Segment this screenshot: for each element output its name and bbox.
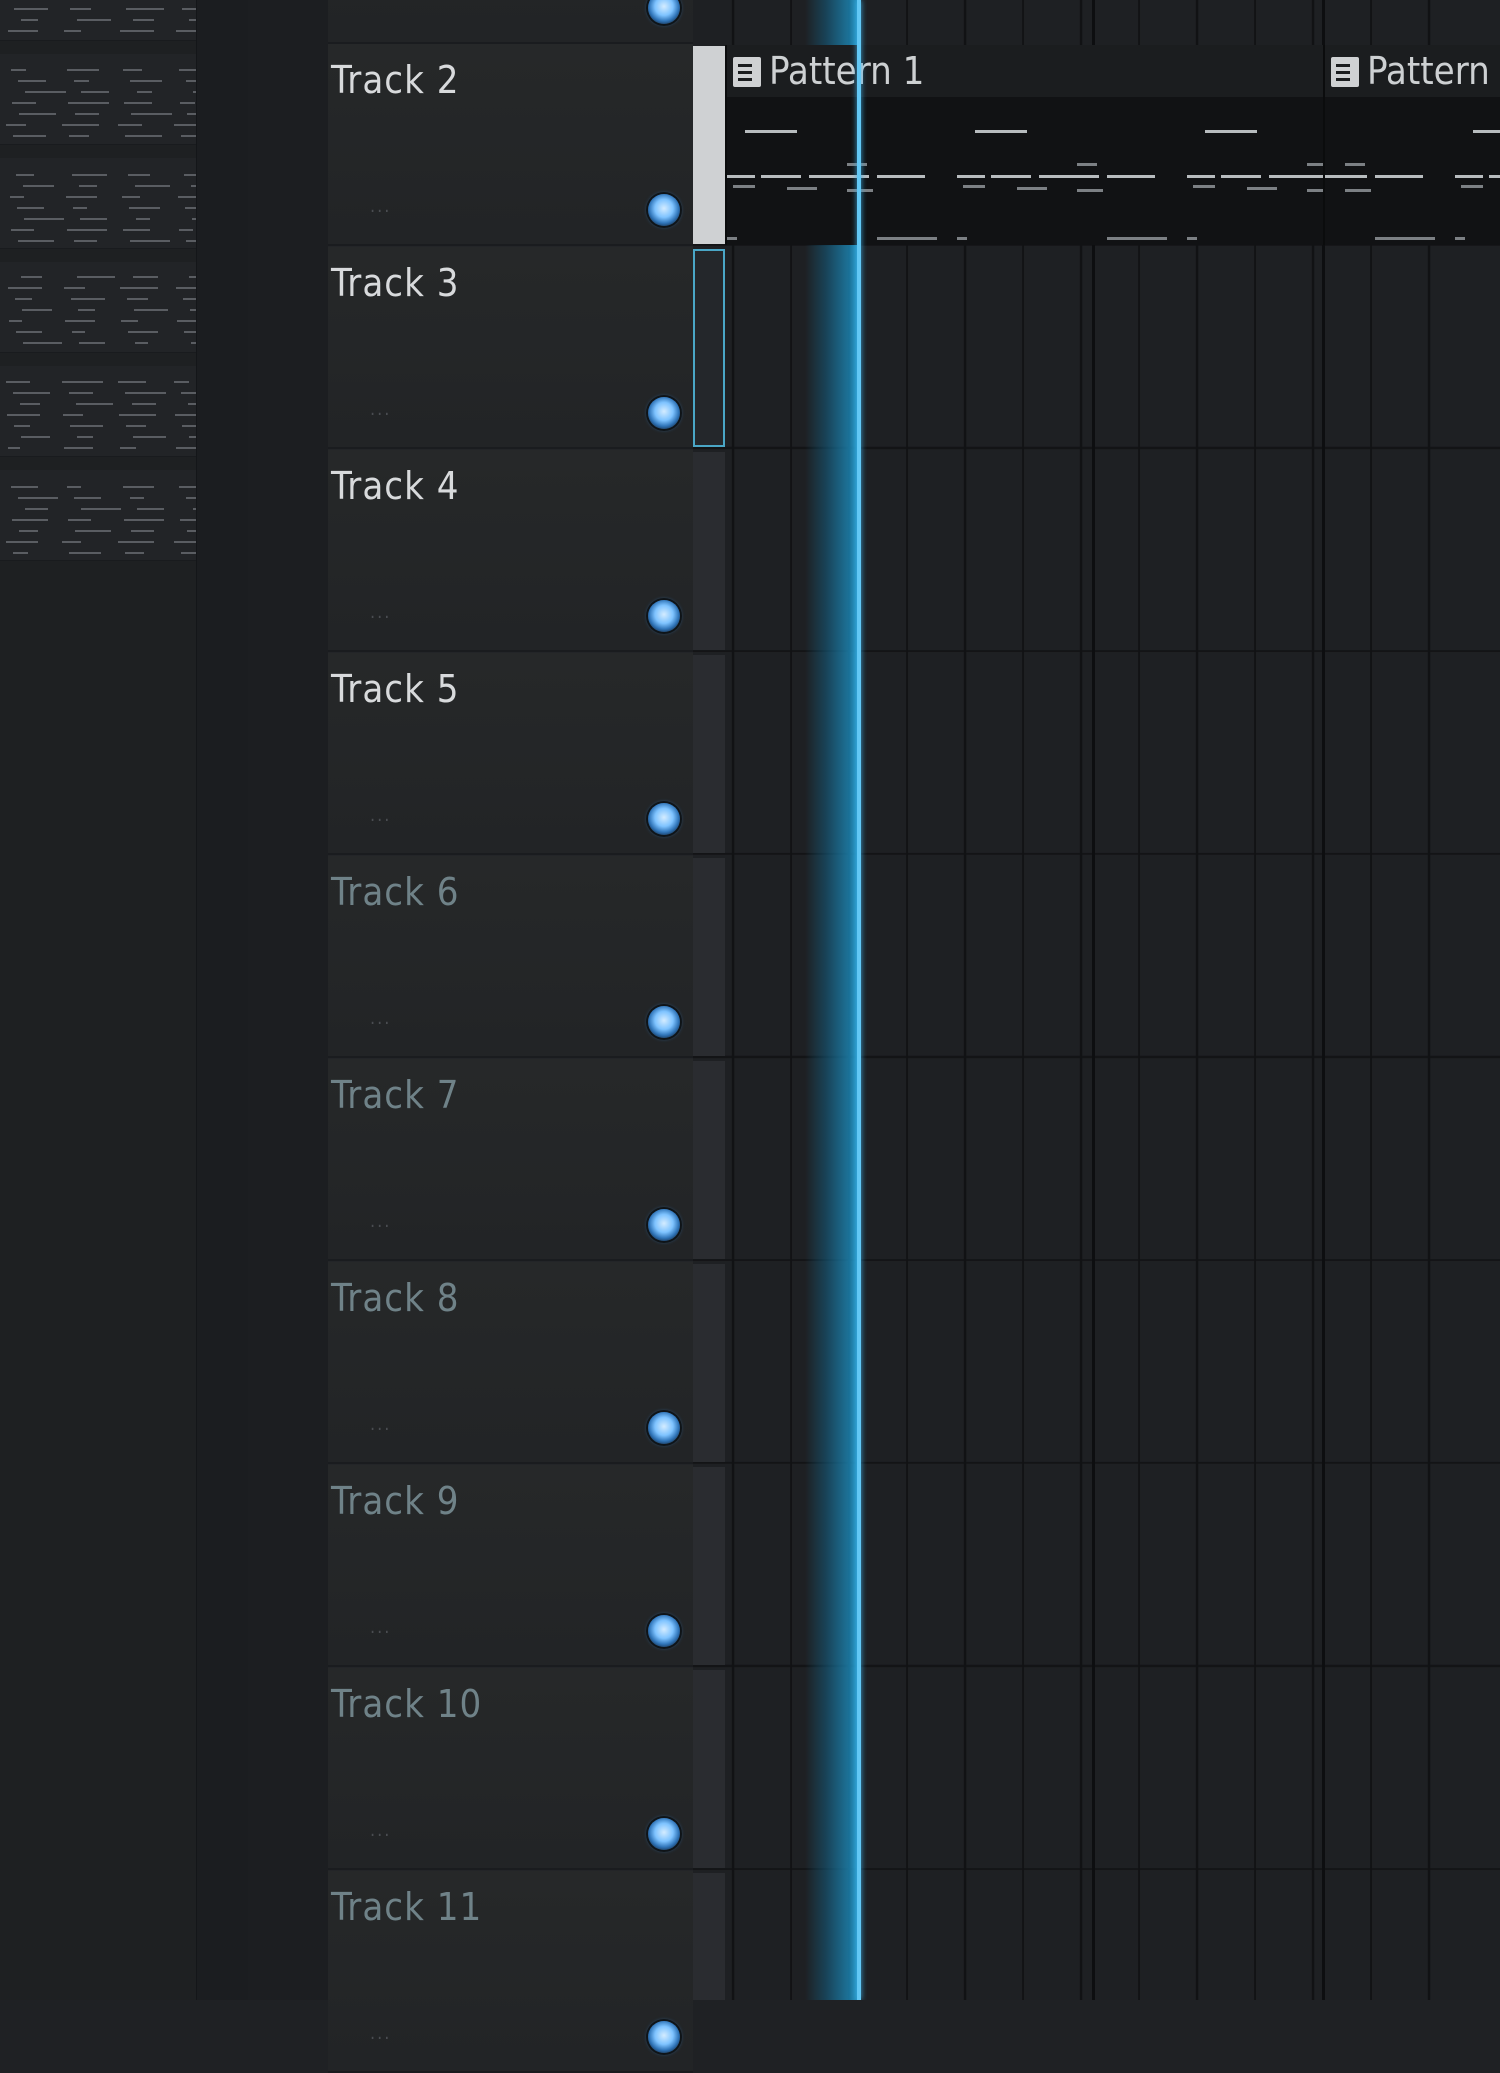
track-header[interactable]: Track 4... xyxy=(328,450,693,652)
led-icon[interactable] xyxy=(648,397,680,429)
track-name: Track 7 xyxy=(331,1073,460,1117)
pattern-clip[interactable]: Pattern xyxy=(1323,45,1500,245)
track-header[interactable]: Track 6... xyxy=(328,856,693,1058)
track-options-icon[interactable]: ... xyxy=(370,1414,391,1435)
picker-scrollbar[interactable] xyxy=(196,0,249,2000)
track-row-tab[interactable] xyxy=(693,1873,725,2000)
led-icon[interactable] xyxy=(648,2021,680,2053)
track-header[interactable]: Track 5... xyxy=(328,653,693,855)
pattern-icon xyxy=(733,57,761,87)
track-header[interactable]: Track 10... xyxy=(328,1668,693,1870)
clip-label: Pattern 1 xyxy=(769,49,925,93)
track-name: Track 4 xyxy=(331,464,460,508)
track-options-icon[interactable]: ... xyxy=(370,1820,391,1841)
track-row-tab[interactable] xyxy=(693,46,725,244)
track-row-tab[interactable] xyxy=(693,858,725,1056)
panel-divider xyxy=(248,0,328,2000)
pattern-clip[interactable]: Pattern 1 xyxy=(725,45,1323,245)
track-options-icon[interactable]: ... xyxy=(370,196,391,217)
track-options-icon[interactable]: ... xyxy=(370,1008,391,1029)
track-name: Track 11 xyxy=(331,1885,483,1929)
track-options-icon[interactable]: ... xyxy=(370,1211,391,1232)
clip-header[interactable]: Pattern 1 xyxy=(727,45,1323,97)
track-name: Track 9 xyxy=(331,1479,460,1523)
track-header[interactable]: Track 7... xyxy=(328,1059,693,1261)
track-header[interactable]: Track 2... xyxy=(328,44,693,246)
track-options-icon[interactable]: ... xyxy=(370,805,391,826)
led-icon[interactable] xyxy=(648,1412,680,1444)
track-row-tab[interactable] xyxy=(693,452,725,650)
playhead[interactable] xyxy=(857,0,861,2000)
track-row-tab[interactable] xyxy=(693,655,725,853)
track-header[interactable]: Track 11... xyxy=(328,1871,693,2073)
led-icon[interactable] xyxy=(648,1006,680,1038)
led-icon[interactable] xyxy=(648,1818,680,1850)
track-header[interactable]: Track 9... xyxy=(328,1465,693,1667)
led-icon[interactable] xyxy=(648,803,680,835)
track-name: Track 8 xyxy=(331,1276,460,1320)
led-icon[interactable] xyxy=(648,600,680,632)
track-options-icon[interactable]: ... xyxy=(370,602,391,623)
track-row-tab[interactable] xyxy=(693,1467,725,1665)
bar-divider xyxy=(1092,0,1095,2000)
track-options-icon[interactable]: ... xyxy=(370,1617,391,1638)
led-icon[interactable] xyxy=(648,1615,680,1647)
track-row-tab[interactable] xyxy=(693,249,725,447)
track-row-tab[interactable] xyxy=(693,1061,725,1259)
playhead-glow xyxy=(805,0,857,2000)
track-name: Track 10 xyxy=(331,1682,483,1726)
playlist-grid[interactable]: Pattern 1 Pattern xyxy=(693,0,1500,2000)
pattern-icon xyxy=(1331,57,1359,87)
led-icon[interactable] xyxy=(648,0,680,24)
track-name: Track 2 xyxy=(331,58,460,102)
clip-header[interactable]: Pattern xyxy=(1325,45,1500,97)
track-row-tab[interactable] xyxy=(693,1264,725,1462)
track-header-partial[interactable] xyxy=(328,0,693,44)
track-options-icon[interactable]: ... xyxy=(370,2023,391,2044)
bar-divider xyxy=(1322,0,1325,2000)
track-header[interactable]: Track 3... xyxy=(328,247,693,449)
led-icon[interactable] xyxy=(648,1209,680,1241)
track-name: Track 6 xyxy=(331,870,460,914)
track-options-icon[interactable]: ... xyxy=(370,399,391,420)
clip-label: Pattern xyxy=(1367,49,1490,93)
track-header-column: Track 2... Track 3... Track 4... Track 5...… xyxy=(328,0,693,2073)
led-icon[interactable] xyxy=(648,194,680,226)
track-header[interactable]: Track 8... xyxy=(328,1262,693,1464)
pattern-picker-panel[interactable] xyxy=(0,0,250,2000)
track-name: Track 5 xyxy=(331,667,460,711)
track-name: Track 3 xyxy=(331,261,460,305)
track-row-tab[interactable] xyxy=(693,1670,725,1868)
